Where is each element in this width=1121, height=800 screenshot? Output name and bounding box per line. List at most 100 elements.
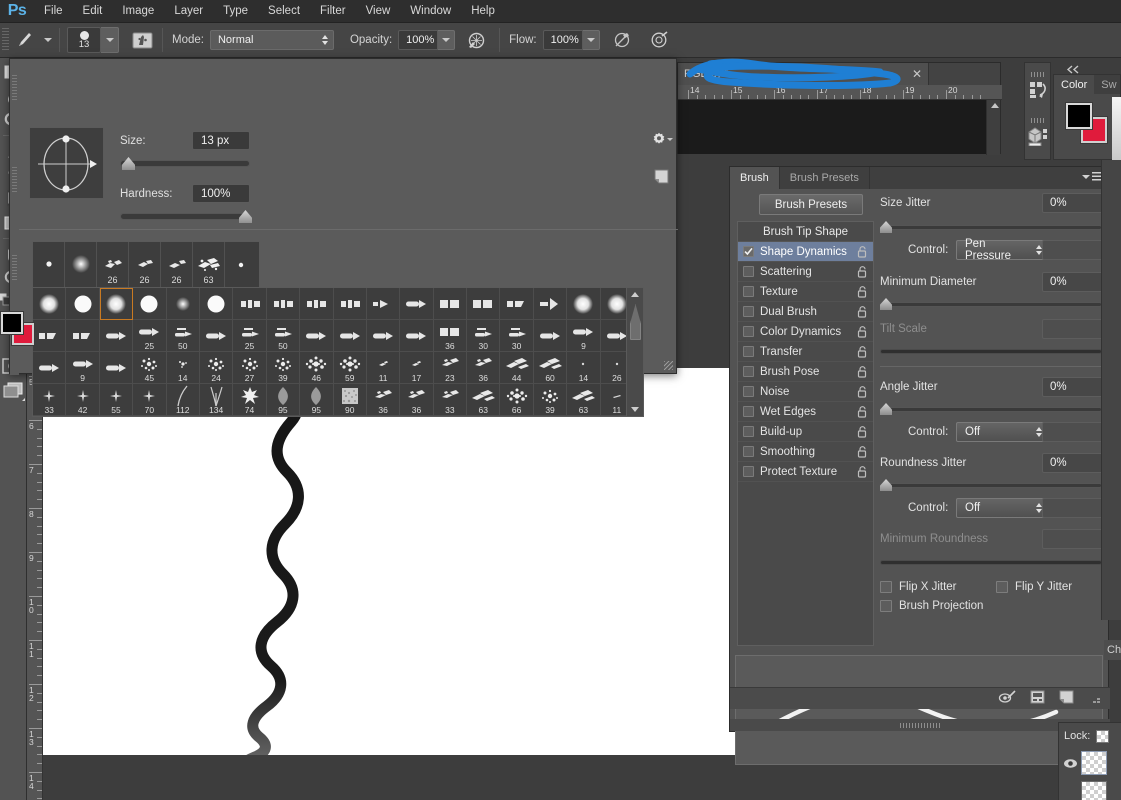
brush-preset-swatch[interactable] [333, 320, 367, 352]
brush-preset-swatch[interactable]: 60 [533, 352, 568, 384]
brush-preset-swatch[interactable]: 134 [199, 384, 234, 416]
brush-preset-dropdown-arrow[interactable] [101, 27, 119, 53]
brush-preset-swatch[interactable] [66, 320, 100, 352]
brush-option-shape-dynamics[interactable]: Shape Dynamics [738, 242, 873, 262]
unlocked-icon[interactable] [857, 366, 868, 378]
brush-panel-resize-grip[interactable] [730, 719, 1110, 731]
brush-option-transfer[interactable]: Transfer [738, 342, 873, 362]
paintbrush-tool-icon[interactable] [13, 29, 39, 51]
brush-preset-swatch[interactable]: 36 [366, 384, 401, 416]
brush-preset-swatch[interactable]: 59 [333, 352, 367, 384]
menu-view[interactable]: View [356, 2, 401, 20]
checkbox-box[interactable] [743, 326, 754, 337]
brush-presets-button[interactable]: Brush Presets [759, 194, 863, 215]
brush-option-smoothing[interactable]: Smoothing [738, 442, 873, 462]
brush-option-texture[interactable]: Texture [738, 282, 873, 302]
brush-option-dual-brush[interactable]: Dual Brush [738, 302, 873, 322]
checkbox-box[interactable] [743, 466, 754, 477]
brush-swatch[interactable]: 26 [97, 242, 129, 287]
menu-select[interactable]: Select [258, 2, 310, 20]
color-panel-foreground-swatch[interactable] [1065, 102, 1093, 130]
brush-preset-swatch[interactable] [366, 288, 401, 320]
new-brush-preset-icon[interactable] [654, 169, 669, 187]
brush-preset-grid[interactable]: 25 50 25 50 36 30 30 9 9 45 14 24 27 39 46 59 11 17 23 36 44… [32, 287, 644, 417]
brush-option-wet-edges[interactable]: Wet Edges [738, 402, 873, 422]
unlocked-icon[interactable] [857, 466, 868, 478]
screen-mode-icon[interactable] [1, 378, 26, 402]
brush-preset-swatch[interactable]: 30 [500, 320, 534, 352]
brush-preset-swatch[interactable] [133, 288, 167, 320]
layer-visibility-icon[interactable] [1059, 758, 1081, 769]
unlocked-icon[interactable] [857, 406, 868, 418]
picker-hardness-input[interactable]: 100% [192, 184, 250, 203]
picker-hardness-slider[interactable] [120, 210, 252, 223]
brush-preset-swatch[interactable] [233, 288, 267, 320]
opacity-dropdown-arrow[interactable] [438, 30, 456, 50]
brush-preset-swatch[interactable] [400, 320, 434, 352]
unlocked-icon[interactable] [857, 346, 868, 358]
blend-mode-select[interactable]: Normal [209, 30, 334, 50]
size-jitter-input[interactable]: 0% [1042, 193, 1104, 213]
brush-preset-swatch[interactable]: 23 [433, 352, 468, 384]
brush-preset-swatch[interactable]: 70 [133, 384, 167, 416]
document-tab[interactable]: RGB/8) * ✕ [678, 63, 929, 85]
brush-preset-swatch[interactable] [99, 320, 134, 352]
lock-transparent-pixels-icon[interactable] [1096, 729, 1110, 743]
layer-thumbnail[interactable] [1081, 751, 1107, 775]
brush-swatch[interactable]: 26 [161, 242, 193, 287]
brush-preset-swatch[interactable]: 39 [266, 352, 301, 384]
picker-resize-handle[interactable] [664, 361, 673, 370]
brush-option-build-up[interactable]: Build-up [738, 422, 873, 442]
brush-preset-swatch[interactable]: 14 [567, 352, 601, 384]
brush-preset-swatch[interactable] [500, 288, 534, 320]
brush-preset-swatch[interactable]: 63 [467, 384, 501, 416]
brush-preset-swatch[interactable]: 63 [567, 384, 601, 416]
brush-preset-swatch[interactable]: 25 [133, 320, 167, 352]
roundness-control-select[interactable]: Off [956, 498, 1048, 518]
checkbox-box[interactable] [743, 366, 754, 377]
roundness-jitter-slider[interactable] [880, 479, 1102, 491]
tab-swatches[interactable]: Sw [1094, 75, 1121, 94]
menu-layer[interactable]: Layer [164, 2, 213, 20]
brush-option-protect-texture[interactable]: Protect Texture [738, 462, 873, 482]
brush-swatch[interactable]: 26 [129, 242, 161, 287]
brush-option-color-dynamics[interactable]: Color Dynamics [738, 322, 873, 342]
checkbox-box[interactable] [743, 266, 754, 277]
brush-preset-swatch[interactable] [333, 288, 367, 320]
settings-gear-icon[interactable] [652, 132, 673, 149]
brush-preset-swatch[interactable] [199, 288, 234, 320]
brush-preset-swatch[interactable]: 14 [166, 352, 200, 384]
brush-preset-swatch[interactable] [433, 288, 468, 320]
menu-edit[interactable]: Edit [73, 2, 113, 20]
unlocked-icon[interactable] [857, 306, 868, 318]
brush-swatch[interactable] [225, 242, 257, 287]
brush-preset-swatch[interactable]: 33 [433, 384, 468, 416]
brush-grid-scrollbar[interactable] [626, 287, 644, 417]
flip-y-jitter-checkbox[interactable]: Flip Y Jitter [996, 581, 1072, 593]
picker-size-slider[interactable] [120, 157, 250, 170]
brush-panel-toggle-icon[interactable] [129, 28, 155, 52]
brush-preset-swatch[interactable]: 74 [233, 384, 267, 416]
brush-preset-swatch[interactable] [467, 288, 501, 320]
brush-preset-swatch[interactable]: 30 [467, 320, 501, 352]
brush-preset-swatch[interactable]: 33 [33, 384, 67, 416]
brush-preset-swatch[interactable] [99, 288, 134, 320]
brush-preset-swatch[interactable] [33, 352, 67, 384]
angle-jitter-input[interactable]: 0% [1042, 377, 1104, 397]
brush-option-noise[interactable]: Noise [738, 382, 873, 402]
brush-preset-swatch[interactable]: 95 [300, 384, 334, 416]
delete-brush-icon[interactable] [1088, 690, 1102, 707]
brush-preset-swatch[interactable] [266, 288, 301, 320]
brush-option-brush-pose[interactable]: Brush Pose [738, 362, 873, 382]
unlocked-icon[interactable] [857, 426, 868, 438]
brush-preset-swatch[interactable]: 27 [233, 352, 267, 384]
layer-row[interactable] [1059, 779, 1121, 800]
menu-file[interactable]: File [34, 2, 73, 20]
size-jitter-slider[interactable] [880, 221, 1102, 233]
brush-preset-swatch[interactable]: 36 [400, 384, 434, 416]
properties-3d-panel-icon[interactable] [1025, 109, 1050, 155]
pressure-opacity-icon[interactable] [463, 28, 489, 52]
brush-preset-swatch[interactable] [199, 320, 234, 352]
brush-preset-swatch[interactable]: 24 [199, 352, 234, 384]
brush-preset-swatch[interactable]: 50 [166, 320, 200, 352]
